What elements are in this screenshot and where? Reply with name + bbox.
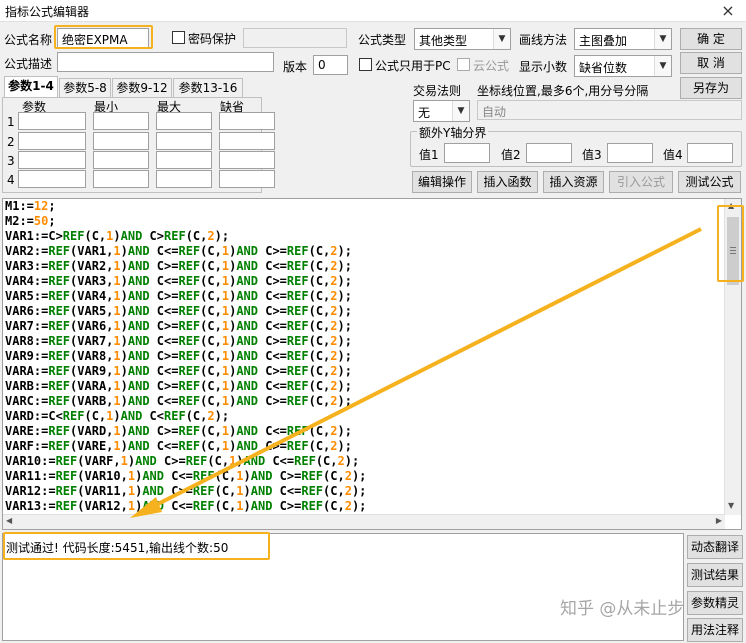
usage-notes-button[interactable]: 用法注释 bbox=[687, 618, 743, 642]
arrow-line bbox=[145, 227, 702, 512]
watermark: 知乎 @从未止步 bbox=[560, 599, 685, 619]
status-highlight bbox=[3, 532, 270, 560]
test-result-button[interactable]: 测试结果 bbox=[687, 563, 743, 587]
dynamic-translate-button[interactable]: 动态翻译 bbox=[687, 535, 743, 559]
arrow-head bbox=[130, 497, 162, 518]
param-wizard-button[interactable]: 参数精灵 bbox=[687, 591, 743, 615]
